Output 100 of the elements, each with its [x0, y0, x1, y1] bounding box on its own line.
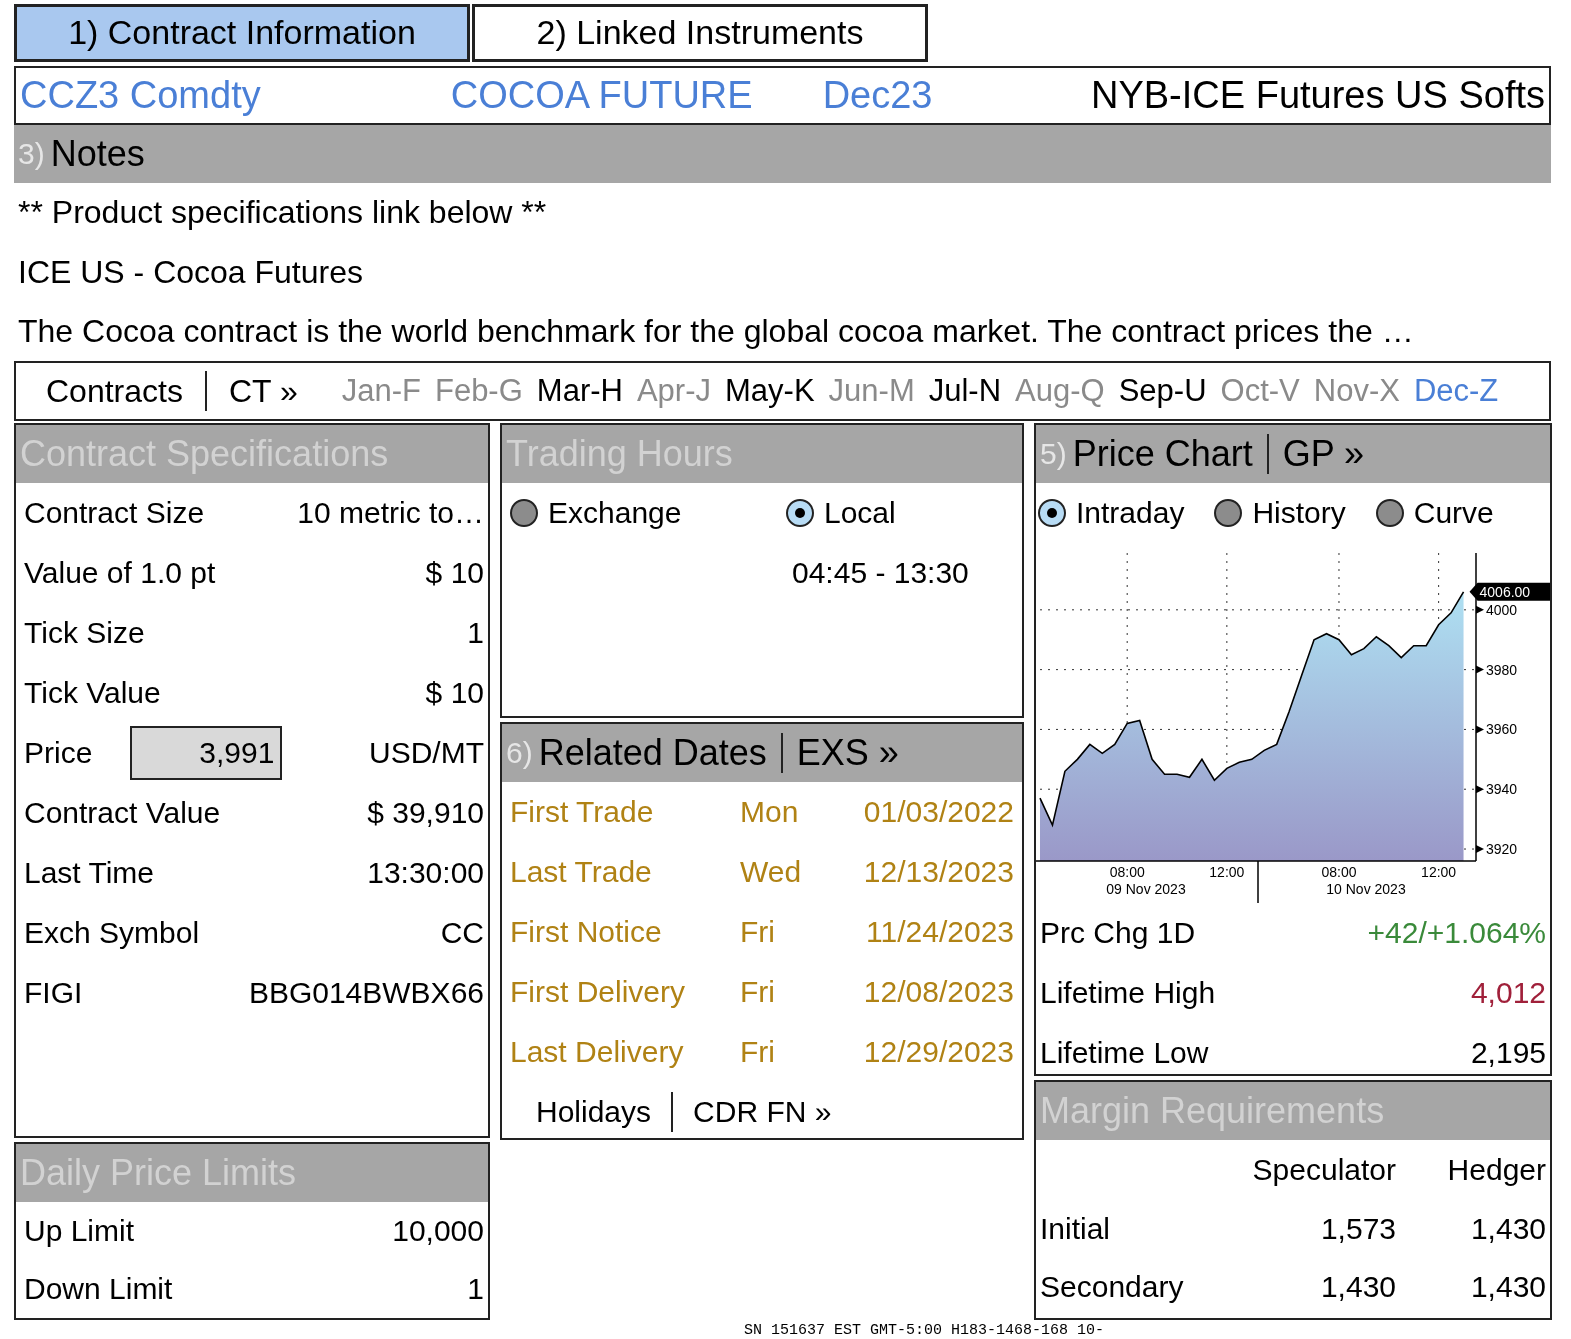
stat-value: +42/+1.064% [1367, 916, 1546, 950]
date-value: 12/08/2023 [862, 975, 1014, 1009]
holidays-label: Holidays [536, 1095, 652, 1129]
radio-label: History [1252, 496, 1346, 530]
unit-text: USD/MT [369, 736, 484, 770]
radio-button[interactable] [510, 499, 538, 527]
spec-value: 10 metric to… [297, 496, 484, 530]
column-header: Hedger [1446, 1153, 1546, 1187]
date-label: First Delivery [510, 975, 686, 1009]
y-tick-label: 4000 [1486, 601, 1518, 618]
section-number: 3) [18, 137, 45, 171]
x-tick-label: 08:00 [1109, 864, 1145, 880]
weekday-text: Fri [740, 975, 776, 1009]
spec-value: BBG014BWBX66 [248, 976, 484, 1010]
panel-title: Price Chart [1072, 433, 1253, 475]
ticker-link[interactable]: CCZ3 Comdty [20, 73, 261, 117]
y-tick-label: 3980 [1486, 661, 1518, 678]
spec-value: $ 39,910 [367, 796, 484, 830]
weekday-text: Fri [740, 915, 776, 949]
tab[interactable]: 2) Linked Instruments [472, 4, 928, 62]
spec-label: Last Time [24, 856, 155, 890]
date-axis-label: 09 Nov 2023 [1105, 881, 1187, 897]
date-value: 12/13/2023 [862, 855, 1014, 889]
spec-label: Exch Symbol [24, 916, 200, 950]
radio-button[interactable] [1038, 499, 1066, 527]
month-link[interactable]: Sep-U [1118, 373, 1207, 410]
note-text: ICE US - Cocoa Futures [17, 252, 364, 292]
x-tick-label: 12:00 [1421, 864, 1457, 880]
spec-value: $ 10 [425, 556, 484, 590]
radio-button[interactable] [786, 499, 814, 527]
margin-value: 1,573 [1319, 1212, 1396, 1246]
stat-value: 4,012 [1470, 976, 1546, 1010]
contracts-label: Contracts [46, 372, 183, 410]
y-tick-label: 3960 [1486, 721, 1518, 738]
date-value: 12/29/2023 [862, 1035, 1014, 1069]
x-tick-label: 12:00 [1209, 864, 1245, 880]
note-text: ** Product specifications link below ** [17, 193, 548, 233]
spec-value: $ 10 [425, 676, 484, 710]
radio-button[interactable] [1375, 499, 1404, 527]
date-label: First Notice [510, 915, 663, 949]
column-header: Speculator [1251, 1153, 1396, 1187]
weekday-text: Wed [740, 855, 803, 889]
function-link[interactable]: CDR FN » [693, 1095, 832, 1129]
hours-text: 04:45 - 13:30 [792, 556, 969, 590]
section-number: 5) [1040, 437, 1067, 471]
date-label: Last Delivery [510, 1035, 685, 1069]
weekday-text: Fri [740, 1035, 776, 1069]
margin-value: 1,430 [1469, 1212, 1546, 1246]
function-link[interactable]: GP » [1282, 433, 1365, 475]
spec-label: FIGI [24, 976, 83, 1010]
month-link[interactable]: Jul-N [928, 373, 1002, 410]
stat-label: Prc Chg 1D [1040, 916, 1196, 950]
spec-value: 1 [467, 616, 484, 650]
weekday-text: Mon [740, 795, 800, 829]
margin-label: Secondary [1040, 1270, 1184, 1304]
function-link[interactable]: EXS » [796, 732, 899, 774]
section-title: Notes [50, 133, 145, 175]
spec-value: CC [440, 916, 484, 950]
spec-label: Contract Size [24, 496, 205, 530]
month-link[interactable]: Dec-Z [1413, 373, 1499, 410]
month-link[interactable]: Dec23 [822, 73, 933, 117]
exchange-name: NYB-ICE Futures US Softs [1091, 73, 1545, 117]
radio-button[interactable] [1214, 499, 1243, 527]
last-price-label: 4006.00 [1469, 582, 1550, 601]
radio-label: Exchange [548, 496, 682, 530]
date-value: 11/24/2023 [865, 915, 1014, 949]
stat-value: 2,195 [1470, 1036, 1546, 1070]
radio-label: Curve [1413, 496, 1494, 530]
stat-label: Lifetime Low [1040, 1036, 1209, 1070]
date-label: Last Trade [510, 855, 653, 889]
spec-label: Contract Value [24, 796, 221, 830]
section-number: 6) [506, 736, 533, 770]
month-link[interactable]: Mar-H [536, 373, 623, 410]
spec-label: Price [24, 736, 93, 770]
x-tick-label: 08:00 [1321, 864, 1357, 880]
limit-label: Down Limit [24, 1272, 173, 1306]
limit-value: 1 [467, 1272, 484, 1306]
price-field[interactable]: 3,991 [130, 726, 283, 780]
tab[interactable]: 1) Contract Information [14, 4, 470, 62]
status-text: SN 151637 EST GMT-5:00 H183-1468-168 10- [744, 1322, 1106, 1339]
spec-value: 13:30:00 [367, 856, 484, 890]
limit-label: Up Limit [24, 1214, 135, 1248]
limit-value: 10,000 [392, 1214, 484, 1248]
margin-value: 1,430 [1469, 1270, 1546, 1304]
y-tick-label: 3920 [1486, 841, 1518, 857]
name-link[interactable]: COCOA FUTURE [450, 73, 753, 117]
spec-label: Tick Value [24, 676, 161, 710]
date-value: 01/03/2022 [862, 795, 1014, 829]
date-axis-label: 10 Nov 2023 [1325, 881, 1407, 897]
month-link[interactable]: May-K [725, 373, 815, 410]
radio-label: Local [824, 496, 896, 530]
contracts-link[interactable]: CT » [228, 372, 298, 410]
margin-value: 1,430 [1319, 1270, 1396, 1304]
stat-label: Lifetime High [1040, 976, 1216, 1010]
margin-label: Initial [1040, 1212, 1111, 1246]
spec-label: Tick Size [24, 616, 145, 650]
panel-title: Related Dates [538, 732, 767, 774]
date-label: First Trade [510, 795, 655, 829]
radio-label: Intraday [1076, 496, 1185, 530]
y-tick-label: 3940 [1486, 781, 1518, 798]
